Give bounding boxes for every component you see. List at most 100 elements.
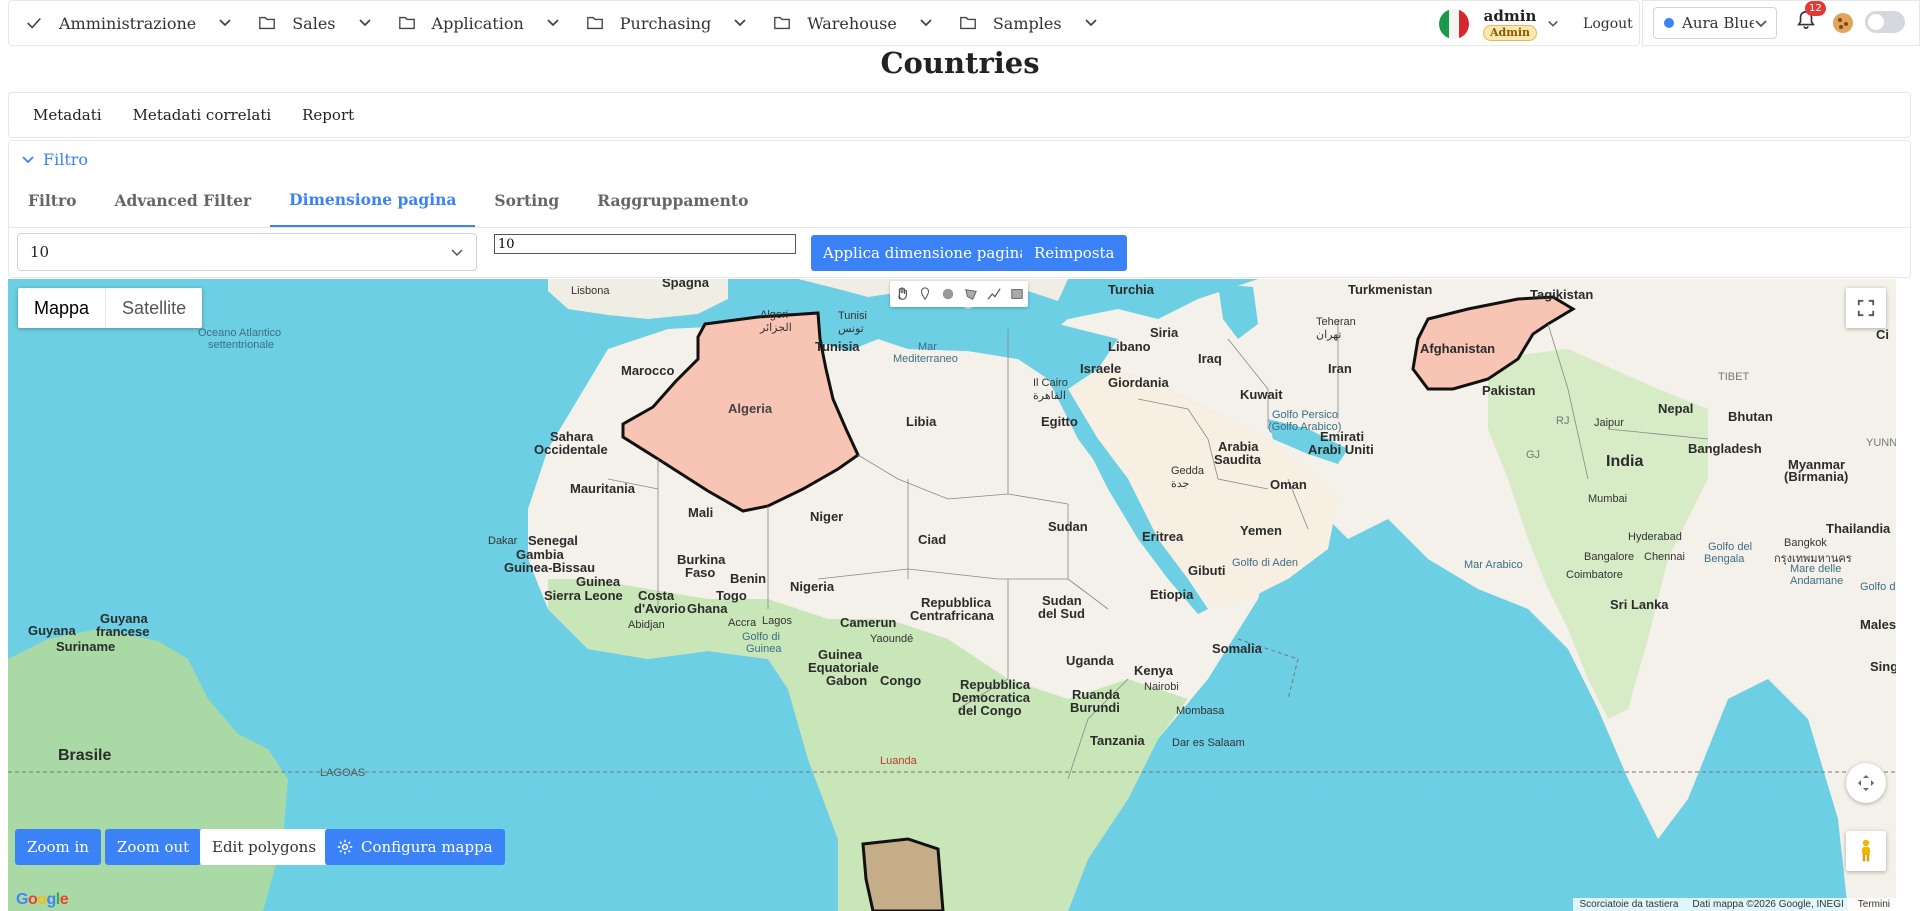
- map-label: Benin: [730, 571, 767, 586]
- chevron-down-icon: [358, 19, 371, 27]
- map-label: Algeria: [728, 401, 773, 416]
- map-label: Bhutan: [1728, 409, 1773, 424]
- map-label: Iran: [1328, 361, 1352, 376]
- rectangle-icon[interactable]: [1009, 286, 1025, 302]
- user-menu[interactable]: admin Admin: [1483, 6, 1538, 41]
- map-label: Dar es Salaam: [1172, 737, 1245, 749]
- nav-menu-application[interactable]: Application: [384, 0, 572, 46]
- map-label: Kuwait: [1240, 387, 1283, 402]
- username: admin: [1483, 6, 1537, 25]
- folder-icon: [774, 16, 791, 30]
- map-label: Malesi: [1860, 617, 1896, 632]
- chevron-down-icon: [920, 19, 932, 27]
- map-view[interactable]: Lisbona Spagna Algeri الجزائر Tunisi تون…: [8, 279, 1896, 911]
- map-label: جدة: [1171, 478, 1190, 490]
- folder-icon: [259, 16, 276, 30]
- move-arrows-icon: [1858, 775, 1874, 791]
- reset-button[interactable]: Reimposta: [1022, 235, 1127, 271]
- map-label: Guinea: [746, 643, 782, 655]
- map-label: Mumbai: [1588, 493, 1628, 505]
- map-label: YUNNAN: [1866, 437, 1896, 449]
- logout-link[interactable]: Logout: [1583, 16, 1633, 32]
- tab-sorting[interactable]: Sorting: [475, 175, 578, 227]
- nav-menu-sales[interactable]: Sales: [244, 0, 383, 46]
- map-label: Turchia: [1108, 282, 1154, 297]
- map-label: RJ: [1556, 415, 1570, 427]
- map-label: Mauritania: [570, 481, 636, 496]
- italian-flag-icon[interactable]: [1439, 9, 1469, 39]
- folder-icon: [398, 16, 415, 30]
- map-label: del Sud: [1038, 606, 1085, 621]
- map-type-map-button[interactable]: Mappa: [18, 288, 105, 328]
- map-label: Luanda: [880, 755, 917, 767]
- map-label: Gibuti: [1188, 563, 1226, 578]
- nav-label: Purchasing: [619, 13, 712, 33]
- map-label: Sri Lanka: [1610, 597, 1669, 612]
- nav-menu-purchasing[interactable]: Purchasing: [572, 0, 759, 46]
- map-label: d'Avorio: [634, 601, 686, 616]
- map-label: (Birmania): [1784, 469, 1849, 484]
- hand-icon[interactable]: [894, 286, 910, 302]
- map-label: Lagos: [762, 615, 792, 627]
- map-label: Arabi Uniti: [1308, 442, 1374, 457]
- dark-mode-toggle[interactable]: [1865, 11, 1905, 33]
- map-label: Saudita: [1214, 452, 1261, 467]
- zoom-out-button[interactable]: Zoom out: [105, 829, 202, 865]
- nav-menu-warehouse[interactable]: Warehouse: [759, 0, 945, 46]
- apply-page-size-button[interactable]: Applica dimensione pagina: [811, 235, 1041, 271]
- polyline-icon[interactable]: [986, 286, 1002, 302]
- map-label: Centrafricana: [910, 608, 994, 623]
- nav-menu-amministrazione[interactable]: Amministrazione: [9, 0, 244, 46]
- edit-polygons-button[interactable]: Edit polygons: [200, 829, 329, 865]
- map-label: Spagna: [662, 279, 709, 290]
- page-size-input[interactable]: [494, 234, 796, 254]
- filter-toggle[interactable]: Filtro: [21, 150, 88, 169]
- map-label: Ci: [1876, 327, 1889, 342]
- map-label: القاهرة: [1033, 390, 1066, 402]
- terms-link[interactable]: Termini: [1858, 899, 1890, 910]
- polygon-icon[interactable]: [963, 286, 979, 302]
- cookie-icon[interactable]: [1833, 13, 1853, 33]
- map-label: Thailandia: [1826, 521, 1891, 536]
- fullscreen-button[interactable]: [1846, 288, 1886, 328]
- map-label: Bengala: [1704, 553, 1745, 565]
- keyboard-shortcuts-link[interactable]: Scorciatoie da tastiera: [1579, 899, 1678, 910]
- nav-label: Samples: [992, 13, 1062, 33]
- map-type-satellite-button[interactable]: Satellite: [105, 288, 202, 328]
- theme-select[interactable]: Aura Blue: [1653, 7, 1777, 39]
- map-label: Iraq: [1198, 351, 1222, 366]
- map-label: تهران: [1316, 329, 1342, 341]
- map-label: Il Cairo: [1033, 377, 1068, 389]
- map-label: LAGOAS: [320, 767, 366, 779]
- map-label: Somalia: [1212, 641, 1262, 656]
- submenu-item-report[interactable]: Report: [302, 106, 354, 124]
- circle-icon[interactable]: [940, 286, 956, 302]
- map-label: Mar Arabico: [1464, 559, 1523, 571]
- street-view-pegman-button[interactable]: [1846, 831, 1886, 871]
- map-label: Libano: [1108, 339, 1151, 354]
- nav-menu-samples[interactable]: Samples: [945, 0, 1110, 46]
- map-label: Golfo di Aden: [1232, 557, 1299, 569]
- map-label: Sudan: [1048, 519, 1088, 534]
- map-label: Congo: [880, 673, 922, 688]
- pegman-icon: [1862, 839, 1870, 862]
- tab-advanced-filter[interactable]: Advanced Filter: [95, 175, 270, 227]
- page-size-select[interactable]: 10: [17, 233, 477, 271]
- chevron-down-icon[interactable]: [1547, 18, 1559, 30]
- tab-raggruppamento[interactable]: Raggruppamento: [578, 175, 767, 227]
- map-label: Guinea: [576, 574, 621, 589]
- configure-map-button[interactable]: Configura mappa: [325, 829, 505, 865]
- map-label: Golfo del Sia: [1860, 581, 1896, 593]
- map-label: India: [1606, 453, 1644, 470]
- map-label: Libia: [906, 414, 937, 429]
- camera-control-button[interactable]: [1846, 763, 1886, 803]
- zoom-in-button[interactable]: Zoom in: [15, 829, 101, 865]
- submenu-item-metadati[interactable]: Metadati: [33, 106, 102, 124]
- main-navbar: Amministrazione Sales Application Purcha…: [8, 0, 1640, 46]
- tab-dimensione-pagina[interactable]: Dimensione pagina: [270, 175, 476, 227]
- submenu-item-metadati-correlati[interactable]: Metadati correlati: [133, 106, 272, 124]
- marker-icon[interactable]: [917, 286, 933, 302]
- map-label: Guyana: [28, 623, 76, 638]
- map-label: Coimbatore: [1566, 569, 1623, 581]
- tab-filtro[interactable]: Filtro: [9, 175, 95, 227]
